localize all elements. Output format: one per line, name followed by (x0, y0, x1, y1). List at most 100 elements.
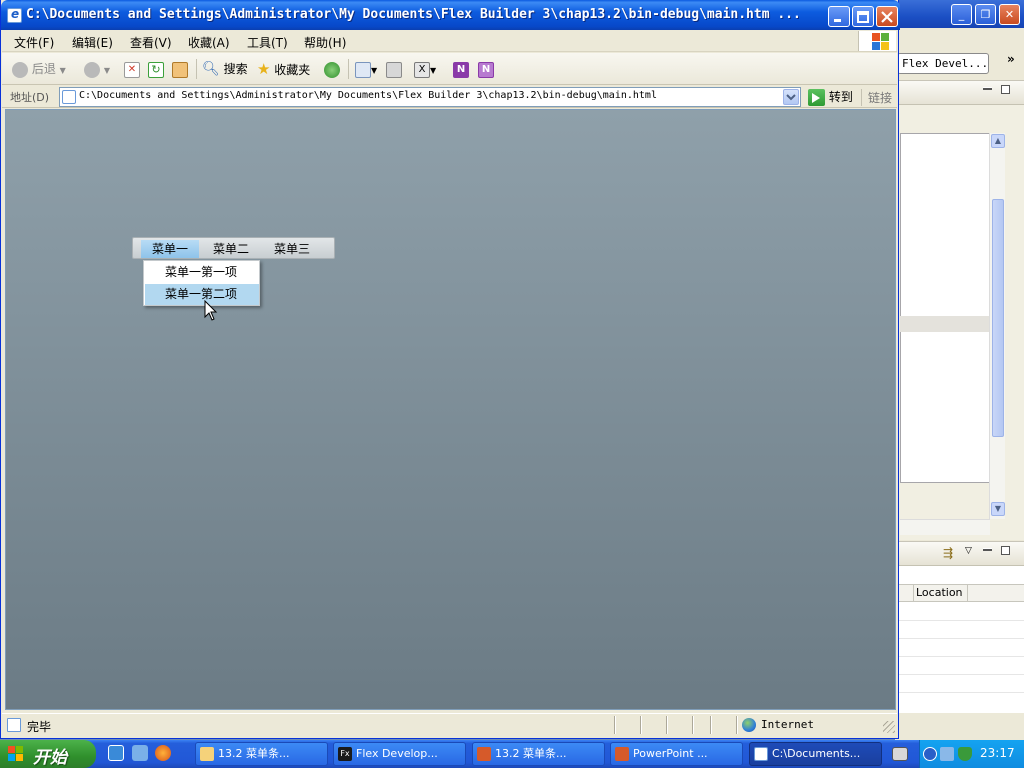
firefox-icon[interactable] (155, 745, 171, 761)
page-icon (62, 90, 76, 104)
mouse-cursor-icon (204, 300, 218, 321)
refresh-button[interactable]: ↻ (148, 60, 164, 78)
scroll-down-icon[interactable]: ▼ (991, 502, 1005, 516)
ie-logo-icon (7, 7, 22, 23)
taskbar: 开始 13.2 菜单条... Fx Flex Develop... 13.2 菜… (0, 740, 1024, 768)
excel-icon: X (414, 61, 430, 78)
chevron-down-icon[interactable]: ▼ (371, 66, 377, 75)
mail-button[interactable]: ▼ (355, 60, 377, 78)
browser-titlebar[interactable]: C:\Documents and Settings\Administrator\… (1, 0, 900, 30)
history-button[interactable] (324, 60, 340, 78)
flex-dropdown-menu: 菜单一第一项 菜单一第二项 (143, 260, 260, 306)
ie-page-icon (754, 747, 768, 761)
taskbar-item-powerpoint-doc[interactable]: 13.2 菜单条... (472, 742, 605, 766)
search-icon: 🔍︎ (202, 61, 220, 77)
favorites-button[interactable]: ★ 收藏夹 (257, 60, 310, 78)
flex-menu-3[interactable]: 菜单三 (263, 240, 321, 258)
forward-button[interactable]: ▼ (84, 60, 110, 78)
taskbar-item-powerpoint[interactable]: PowerPoint ... (610, 742, 743, 766)
taskbar-item-browser[interactable]: C:\Documents... (749, 742, 882, 766)
standard-toolbar: 后退 ▼ ▼ ✕ ↻ 🔍︎ 搜索 ★ 收藏夹 ▼ X ▼ N N (2, 53, 897, 85)
eclipse-editor-pane: ▲ ▼ (895, 80, 1024, 540)
location-column-header[interactable]: Location (913, 585, 968, 602)
eclipse-close-button[interactable]: ✕ (999, 4, 1020, 25)
flex-menu-2[interactable]: 菜单二 (202, 240, 260, 258)
menu-bar: 文件(F) 编辑(E) 查看(V) 收藏(A) 工具(T) 帮助(H) (2, 30, 897, 52)
scrollbar-thumb[interactable] (992, 199, 1004, 437)
zone-text: Internet (761, 718, 814, 731)
address-label: 地址(D) (10, 91, 50, 104)
search-button[interactable]: 🔍︎ 搜索 (202, 60, 248, 78)
horizontal-scrollbar[interactable] (900, 519, 990, 535)
stop-button[interactable]: ✕ (124, 60, 140, 78)
view-menu-icon[interactable]: ▽ (965, 546, 972, 556)
onenote-icon: N (478, 61, 494, 78)
eclipse-editor-pane-header (895, 81, 1024, 105)
dropdown-item-1[interactable]: 菜单一第一项 (145, 262, 259, 283)
maximize-icon[interactable] (1001, 85, 1010, 94)
eclipse-maximize-button[interactable]: ❐ (975, 4, 996, 25)
chevron-right-icon[interactable]: » (1007, 52, 1015, 66)
close-button[interactable] (876, 6, 898, 27)
links-button[interactable]: 链接 (861, 89, 892, 106)
stop-icon: ✕ (124, 61, 140, 78)
taskbar-item-flex[interactable]: Fx Flex Develop... (333, 742, 466, 766)
menu-favorites[interactable]: 收藏(A) (188, 34, 230, 51)
flex-menu-1[interactable]: 菜单一 (141, 240, 199, 258)
filter-icon[interactable]: ⇶ (943, 546, 953, 560)
start-label: 开始 (33, 748, 67, 768)
go-button[interactable]: 转到 (808, 88, 853, 106)
maximize-icon[interactable] (1001, 546, 1010, 555)
page-done-icon (7, 718, 21, 732)
back-button[interactable]: 后退 ▼ (12, 60, 66, 78)
close-icon (881, 11, 893, 23)
chevron-left-icon[interactable] (923, 747, 937, 761)
start-button[interactable]: 开始 (0, 740, 96, 768)
powerpoint-icon (615, 747, 629, 761)
scroll-up-icon[interactable]: ▲ (991, 134, 1005, 148)
address-input[interactable]: C:\Documents and Settings\Administrator\… (59, 87, 801, 107)
go-arrow-icon (808, 89, 825, 106)
print-button[interactable] (386, 60, 402, 78)
browser-window: C:\Documents and Settings\Administrator\… (0, 0, 900, 739)
shield-icon[interactable] (958, 747, 972, 761)
history-icon (324, 61, 340, 78)
windows-logo-icon (8, 746, 24, 762)
address-dropdown-button[interactable] (783, 89, 799, 105)
mail-icon (355, 61, 371, 78)
menu-help[interactable]: 帮助(H) (304, 34, 346, 51)
menu-file[interactable]: 文件(F) (14, 34, 54, 51)
chevron-down-icon[interactable]: ▼ (104, 66, 110, 75)
menu-view[interactable]: 查看(V) (130, 34, 172, 51)
home-button[interactable] (172, 60, 188, 78)
back-arrow-icon (12, 61, 28, 78)
eclipse-perspective-tab[interactable]: Flex Devel... (897, 53, 989, 74)
search-label: 搜索 (223, 62, 248, 76)
ie-quicklaunch-icon[interactable] (108, 745, 124, 761)
menu-tools[interactable]: 工具(T) (247, 34, 288, 51)
menu-edit[interactable]: 编辑(E) (72, 34, 113, 51)
taskbar-item-folder[interactable]: 13.2 菜单条... (195, 742, 328, 766)
onenote-send-button[interactable]: N (478, 60, 494, 78)
chevron-down-icon[interactable]: ▼ (430, 66, 436, 75)
vertical-scrollbar[interactable]: ▲ ▼ (989, 133, 1005, 519)
eclipse-minimize-button[interactable]: _ (951, 4, 972, 25)
eclipse-problems-pane-header: ⇶ ▽ (895, 542, 1024, 566)
eclipse-editor-content[interactable] (900, 133, 990, 483)
minimize-icon[interactable] (983, 87, 992, 90)
eclipse-tab-label: Flex Devel... (902, 57, 989, 70)
edit-button[interactable]: X ▼ (414, 60, 436, 78)
onenote-button[interactable]: N (453, 60, 469, 78)
keyboard-icon[interactable] (892, 747, 908, 761)
chevron-down-icon[interactable]: ▼ (60, 66, 66, 75)
minimize-icon[interactable] (983, 548, 992, 551)
resize-grip-icon[interactable] (883, 721, 895, 733)
forward-arrow-icon (84, 61, 100, 78)
maximize-button[interactable] (852, 6, 874, 27)
status-text: 完毕 (27, 720, 52, 734)
home-icon (172, 61, 188, 78)
minimize-button[interactable] (828, 6, 850, 27)
network-icon[interactable] (940, 747, 954, 761)
desktop-quicklaunch-icon[interactable] (132, 745, 148, 761)
dropdown-item-2[interactable]: 菜单一第二项 (145, 284, 259, 305)
